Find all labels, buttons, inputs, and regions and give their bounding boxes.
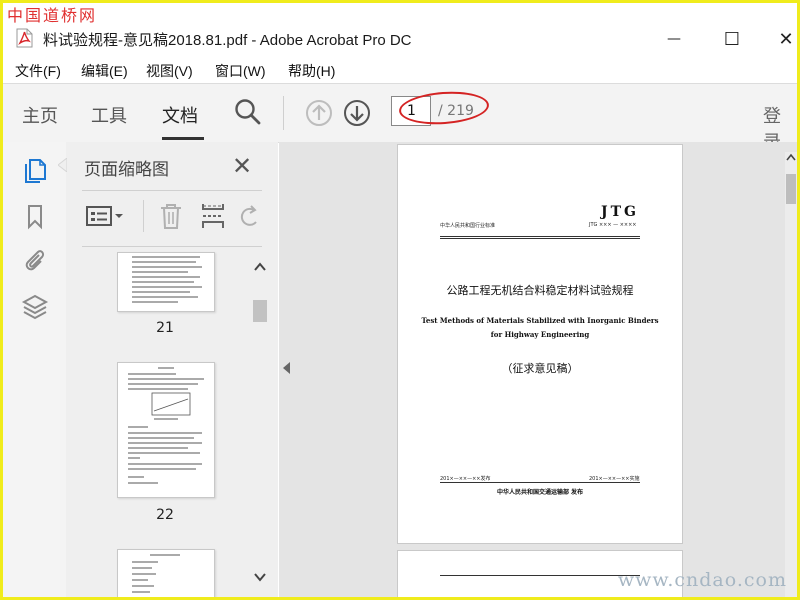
- publisher: 中华人民共和国交通运输部 发布: [496, 489, 584, 496]
- screenshot-frame: 中国道桥网 料试验规程-意见稿2018.81.pdf - Adobe Acrob…: [0, 0, 800, 600]
- tab-document[interactable]: 文档: [162, 102, 198, 128]
- watermark-top-left: 中国道桥网: [7, 6, 98, 25]
- menu-file[interactable]: 文件(F): [15, 61, 61, 81]
- layers-icon[interactable]: [21, 292, 49, 320]
- effective-date: 201×—××—××实施: [589, 476, 640, 482]
- left-navigation-rail: [3, 142, 67, 597]
- insert-page-icon[interactable]: [200, 202, 226, 230]
- attachment-icon[interactable]: [21, 246, 49, 274]
- header-rule: [440, 236, 640, 237]
- document-title-en-line2: for Highway Engineering: [490, 330, 590, 339]
- maximize-icon: ☐: [723, 28, 741, 50]
- document-view[interactable]: JTG 中华人民共和国行业标准 JTG ××× — ×××× 公路工程无机结合料…: [279, 142, 797, 597]
- menu-edit[interactable]: 编辑(E): [81, 61, 128, 81]
- thumbnail-page-number: 21: [156, 320, 174, 336]
- header-right-text: JTG ××× — ××××: [589, 222, 637, 228]
- page2-rule: [440, 575, 640, 576]
- panel-divider: [82, 190, 262, 191]
- document-title-cn: 公路工程无机结合料稳定材料试验规程: [446, 284, 634, 297]
- thumbnail-content: [132, 554, 180, 593]
- pdf-page-1: JTG 中华人民共和国行业标准 JTG ××× — ×××× 公路工程无机结合料…: [397, 144, 683, 544]
- tab-home[interactable]: 主页: [22, 102, 58, 128]
- close-window-button[interactable]: ✕: [764, 23, 797, 55]
- issue-date: 201×—××—××发布: [440, 476, 491, 482]
- standard-code: JTG: [601, 204, 639, 220]
- tab-tools[interactable]: 工具: [91, 102, 127, 128]
- menu-window[interactable]: 窗口(W): [215, 61, 266, 81]
- collapse-panel-icon[interactable]: [283, 362, 290, 374]
- thumbnail-content: [132, 256, 202, 303]
- draft-note: （征求意见稿）: [501, 362, 579, 375]
- menu-bar: 文件(F) 编辑(E) 视图(V) 窗口(W) 帮助(H): [3, 59, 797, 83]
- thumbnails-panel: 页面缩略图 ✕ 21 22: [58, 142, 278, 597]
- pdf-file-icon: [16, 28, 33, 48]
- thumbnail-page-21[interactable]: [117, 252, 215, 312]
- panel-pointer: [58, 158, 67, 172]
- toolbar-separator: [283, 96, 284, 130]
- footer-rule: [440, 482, 640, 483]
- annotation-circle: [397, 88, 491, 128]
- thumbnail-page-number: 22: [156, 507, 174, 523]
- header-left-text: 中华人民共和国行业标准: [440, 223, 496, 229]
- watermark-bottom-right: www.cndao.com: [617, 569, 787, 591]
- window-title: 料试验规程-意见稿2018.81.pdf - Adobe Acrobat Pro…: [43, 32, 412, 49]
- close-icon: ✕: [778, 28, 794, 50]
- thumbnail-page-22[interactable]: [117, 362, 215, 498]
- document-title-en-line1: Test Methods of Materials Stabilized wit…: [421, 316, 659, 325]
- bookmark-icon[interactable]: [21, 202, 49, 230]
- header-rule-thin: [440, 238, 640, 239]
- main-toolbar: 主页 工具 文档 1 / 219 登录: [3, 83, 797, 153]
- minimize-icon: —: [667, 31, 681, 47]
- panel-title: 页面缩略图: [84, 160, 169, 180]
- scrollbar-track: [253, 262, 267, 582]
- delete-page-icon[interactable]: [158, 202, 184, 230]
- previous-page-icon[interactable]: [305, 99, 333, 127]
- document-scrollbar[interactable]: [785, 152, 797, 597]
- menu-help[interactable]: 帮助(H): [288, 61, 335, 81]
- tool-separator: [143, 200, 144, 232]
- title-bar: 料试验规程-意见稿2018.81.pdf - Adobe Acrobat Pro…: [3, 23, 797, 59]
- page-thumbnails-icon[interactable]: [21, 156, 49, 184]
- panel-divider-2: [82, 246, 262, 247]
- thumbnail-scrollbar[interactable]: [251, 252, 269, 597]
- thumbnail-page-23[interactable]: [117, 549, 215, 597]
- minimize-button[interactable]: —: [652, 23, 696, 55]
- scrollbar-track: [786, 153, 796, 204]
- close-panel-icon[interactable]: ✕: [232, 152, 252, 180]
- thumbnail-content: [128, 367, 204, 484]
- thumbnail-options-icon[interactable]: [85, 204, 125, 228]
- menu-view[interactable]: 视图(V): [146, 61, 193, 81]
- search-icon[interactable]: [234, 98, 262, 126]
- rotate-page-icon[interactable]: [238, 202, 260, 230]
- next-page-icon[interactable]: [343, 99, 371, 127]
- active-tab-indicator: [162, 137, 204, 140]
- maximize-button[interactable]: ☐: [710, 23, 754, 55]
